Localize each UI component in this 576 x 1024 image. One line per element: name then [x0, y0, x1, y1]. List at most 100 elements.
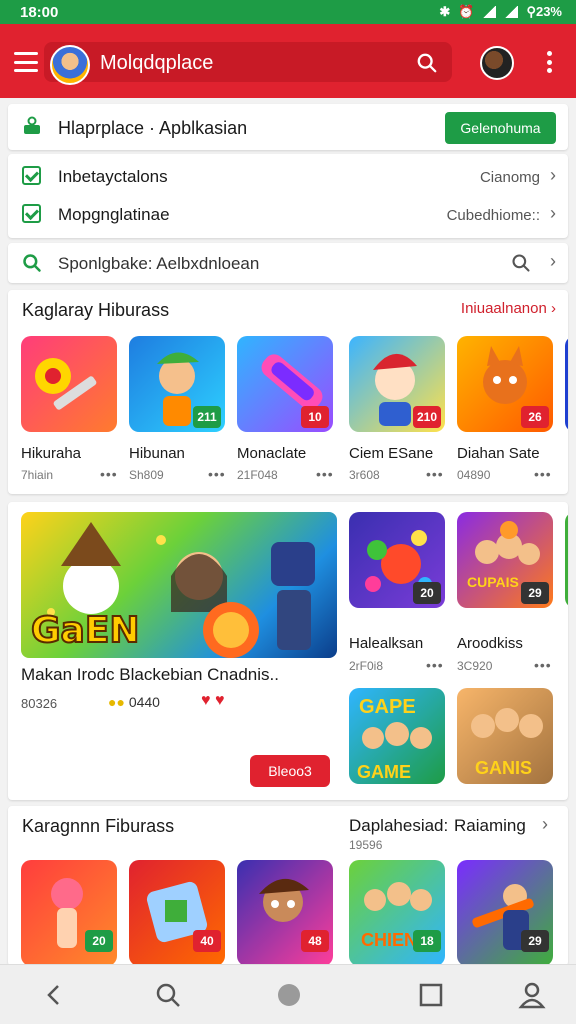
app-badge: 20: [413, 582, 441, 604]
app-badge: 211: [193, 406, 221, 428]
section-link-text: Iniuaalnanon: [460, 300, 547, 317]
app-meta: Sh809: [129, 468, 164, 482]
more-dots-icon[interactable]: •••: [100, 466, 118, 482]
search-icon[interactable]: [416, 52, 438, 74]
more-dots-icon[interactable]: •••: [426, 466, 444, 482]
section-recommended: Karagnnn Fiburass Daplahesiad: Raiaming …: [8, 806, 568, 966]
store-icon: [24, 116, 40, 134]
search-icon[interactable]: [154, 981, 182, 1009]
search-row[interactable]: Sponlgbake: Aelbxdnloean ›: [8, 243, 568, 283]
more-dots-icon[interactable]: •••: [534, 657, 552, 673]
recents-icon[interactable]: [417, 981, 445, 1009]
app-badge: 40: [193, 930, 221, 952]
tile-word: GANIS: [475, 758, 533, 778]
alarm-icon: ⏰: [458, 4, 475, 19]
option-value: Cianomg: [479, 169, 540, 186]
app-icon-tile[interactable]: GAPE GAME: [349, 688, 445, 784]
more-vert-icon[interactable]: [546, 51, 552, 73]
app-icon-tile-partial[interactable]: [565, 512, 568, 608]
app-icon-tile[interactable]: 10: [237, 336, 333, 432]
banner-word: GaEN: [30, 609, 141, 652]
option-value: Cubedhiome::: [446, 207, 540, 224]
app-icon-tile[interactable]: 20: [349, 512, 445, 608]
section-featured-banner: GaEN Makan Irodc Blackebian Cnadnis.. 80…: [8, 502, 568, 800]
section-link[interactable]: Raiaming: [454, 816, 526, 836]
app-icon-tile[interactable]: GANIS: [457, 688, 553, 784]
app-icon-tile[interactable]: 48: [237, 860, 333, 966]
app-icon-tile[interactable]: CHIEN 18: [349, 860, 445, 966]
app-icon-tile[interactable]: 26: [457, 336, 553, 432]
chevron-right-icon[interactable]: ›: [550, 251, 556, 272]
app-name: Diahan Sate: [457, 445, 540, 462]
back-icon[interactable]: [40, 981, 68, 1009]
app-logo-avatar: [50, 45, 90, 85]
more-dots-icon[interactable]: •••: [534, 466, 552, 482]
app-icon-tile[interactable]: 40: [129, 860, 225, 966]
chevron-right-icon[interactable]: ›: [550, 203, 556, 224]
status-icons: ✱ ⏰ ⚲23%: [439, 4, 562, 20]
app-badge: 20: [85, 930, 113, 952]
guitar-icon: [35, 358, 97, 410]
chevron-right-icon[interactable]: ›: [542, 814, 548, 835]
chevron-right-icon[interactable]: ›: [550, 165, 556, 186]
banner-action-button[interactable]: Bleoo3: [250, 755, 330, 787]
featured-banner-image[interactable]: GaEN: [21, 512, 337, 658]
more-dots-icon[interactable]: •••: [426, 657, 444, 673]
tile-word: GAME: [357, 762, 411, 782]
bottom-nav-bar: [0, 964, 576, 1024]
app-badge: 26: [521, 406, 549, 428]
app-name: Ciem ESane: [349, 445, 434, 462]
more-dots-icon[interactable]: •••: [316, 466, 334, 482]
app-badge: 18: [413, 930, 441, 952]
app-badge: 48: [301, 930, 329, 952]
home-icon[interactable]: [275, 981, 303, 1009]
app-meta: 2rF0i8: [349, 659, 384, 673]
status-time: 18:00: [20, 3, 59, 21]
app-icon-tile[interactable]: CUPAIS 29: [457, 512, 553, 608]
app-icon-tile[interactable]: 211: [129, 336, 225, 432]
check-icon[interactable]: [22, 204, 41, 223]
app-meta: 3r608: [349, 468, 380, 482]
signal-icon-2: [504, 6, 519, 18]
profile-icon[interactable]: [518, 981, 546, 1009]
app-badge: 29: [521, 930, 549, 952]
app-badge: 29: [521, 582, 549, 604]
check-icon[interactable]: [22, 166, 41, 185]
app-icon-tile-partial[interactable]: [565, 336, 568, 432]
search-query-text: Sponlgbake: Aelbxdnloean: [58, 254, 260, 273]
banner-caption: Makan Irodc Blackebian Cnadnis..: [21, 665, 279, 684]
battery-percent: ⚲23%: [526, 4, 562, 19]
more-dots-icon[interactable]: •••: [208, 466, 226, 482]
menu-icon[interactable]: [14, 52, 38, 72]
store-action-button[interactable]: Gelenohuma: [445, 112, 556, 144]
section-title: Kaglaray Hiburass: [22, 300, 170, 320]
search-icon[interactable]: [511, 253, 531, 273]
heart-icon[interactable]: ♥ ♥: [201, 692, 224, 710]
coins-value: 0440: [128, 694, 160, 710]
section-title: Karagnnn Fiburass: [22, 816, 175, 836]
app-icon-tile[interactable]: 29: [457, 860, 553, 966]
app-name: Hikuraha: [21, 445, 82, 462]
app-title: Molqdqplace: [100, 52, 214, 74]
section-subtitle: Daplahesiad:: [349, 816, 449, 835]
app-name: Aroodkiss: [457, 635, 523, 652]
status-bar: 18:00 ✱ ⏰ ⚲23%: [0, 0, 576, 24]
app-icon-tile[interactable]: 20: [21, 860, 117, 966]
tile-word: GAPE: [359, 696, 416, 718]
banner-meta: 80326: [21, 696, 58, 711]
store-row: Hlaprplace · Apblkasian Gelenohuma: [8, 104, 568, 150]
coins-label: ●● 0440: [108, 694, 160, 710]
option-label: Mopgnglatinae: [58, 205, 170, 224]
app-meta: 21F048: [237, 468, 278, 482]
app-badge: 10: [301, 406, 329, 428]
coin-icon: ●●: [108, 694, 125, 710]
profile-avatar[interactable]: [480, 46, 514, 80]
search-icon: [23, 254, 41, 272]
tile-word: CHIEN: [361, 930, 418, 950]
bluetooth-icon: ✱: [439, 4, 451, 19]
section-link[interactable]: Iniuaalnanon ›: [461, 300, 556, 317]
app-bar: Molqdqplace: [0, 24, 576, 98]
store-title: Hlaprplace · Apblkasian: [58, 118, 248, 138]
app-icon-tile[interactable]: 210: [349, 336, 445, 432]
app-icon-tile[interactable]: [21, 336, 117, 432]
